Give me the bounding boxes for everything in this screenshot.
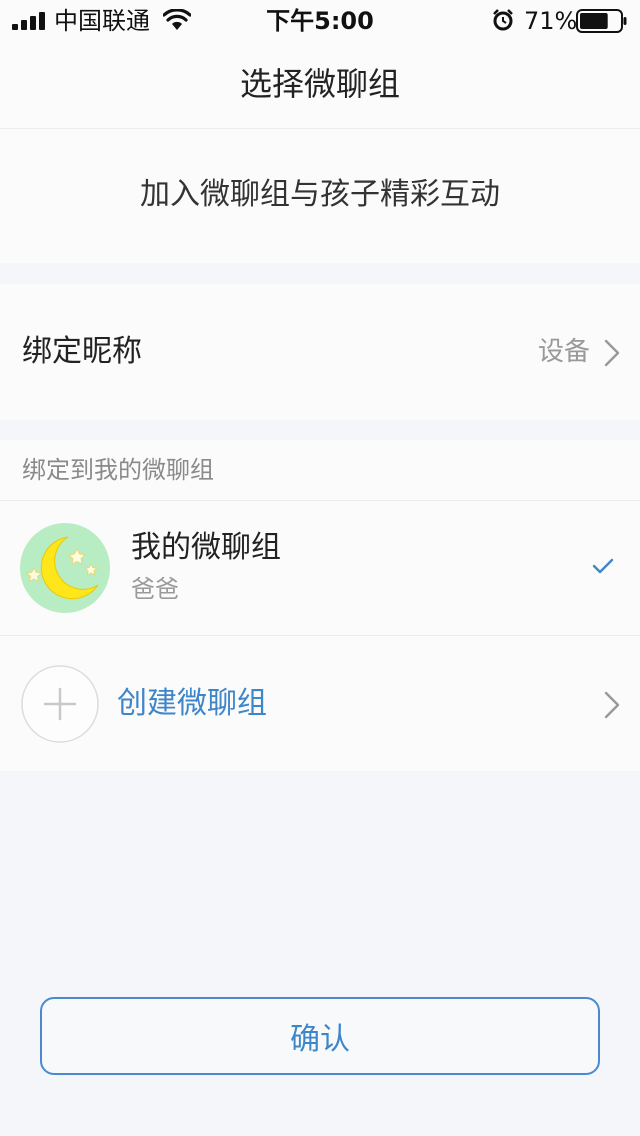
status-bar: 中国联通 下午5:00 71% (0, 0, 640, 42)
intro-banner: 加入微聊组与孩子精彩互动 (0, 129, 640, 263)
chevron-right-icon (604, 691, 620, 719)
battery-icon (576, 9, 627, 33)
nickname-label: 绑定昵称 (22, 334, 142, 369)
battery-percent: 71% (524, 7, 578, 35)
add-icon (21, 665, 99, 743)
group-section: 绑定到我的微聊组 我的微聊组 爸爸 创建微聊组 (0, 440, 640, 771)
bind-nickname-row[interactable]: 绑定昵称 设备 (0, 284, 640, 420)
confirm-button[interactable]: 确认 (40, 997, 600, 1075)
nav-bar: 选择微聊组 (0, 42, 640, 129)
group-role: 爸爸 (131, 575, 179, 603)
group-name: 我的微聊组 (131, 530, 281, 565)
banner-text: 加入微聊组与孩子精彩互动 (140, 177, 500, 212)
alarm-icon (493, 9, 513, 31)
chevron-right-icon (604, 339, 620, 367)
section-label: 绑定到我的微聊组 (22, 456, 214, 484)
create-group-label: 创建微聊组 (117, 686, 267, 721)
check-icon (592, 558, 614, 574)
moon-avatar-icon (20, 523, 110, 613)
nickname-value: 设备 (537, 337, 590, 367)
page-title: 选择微聊组 (239, 65, 400, 103)
